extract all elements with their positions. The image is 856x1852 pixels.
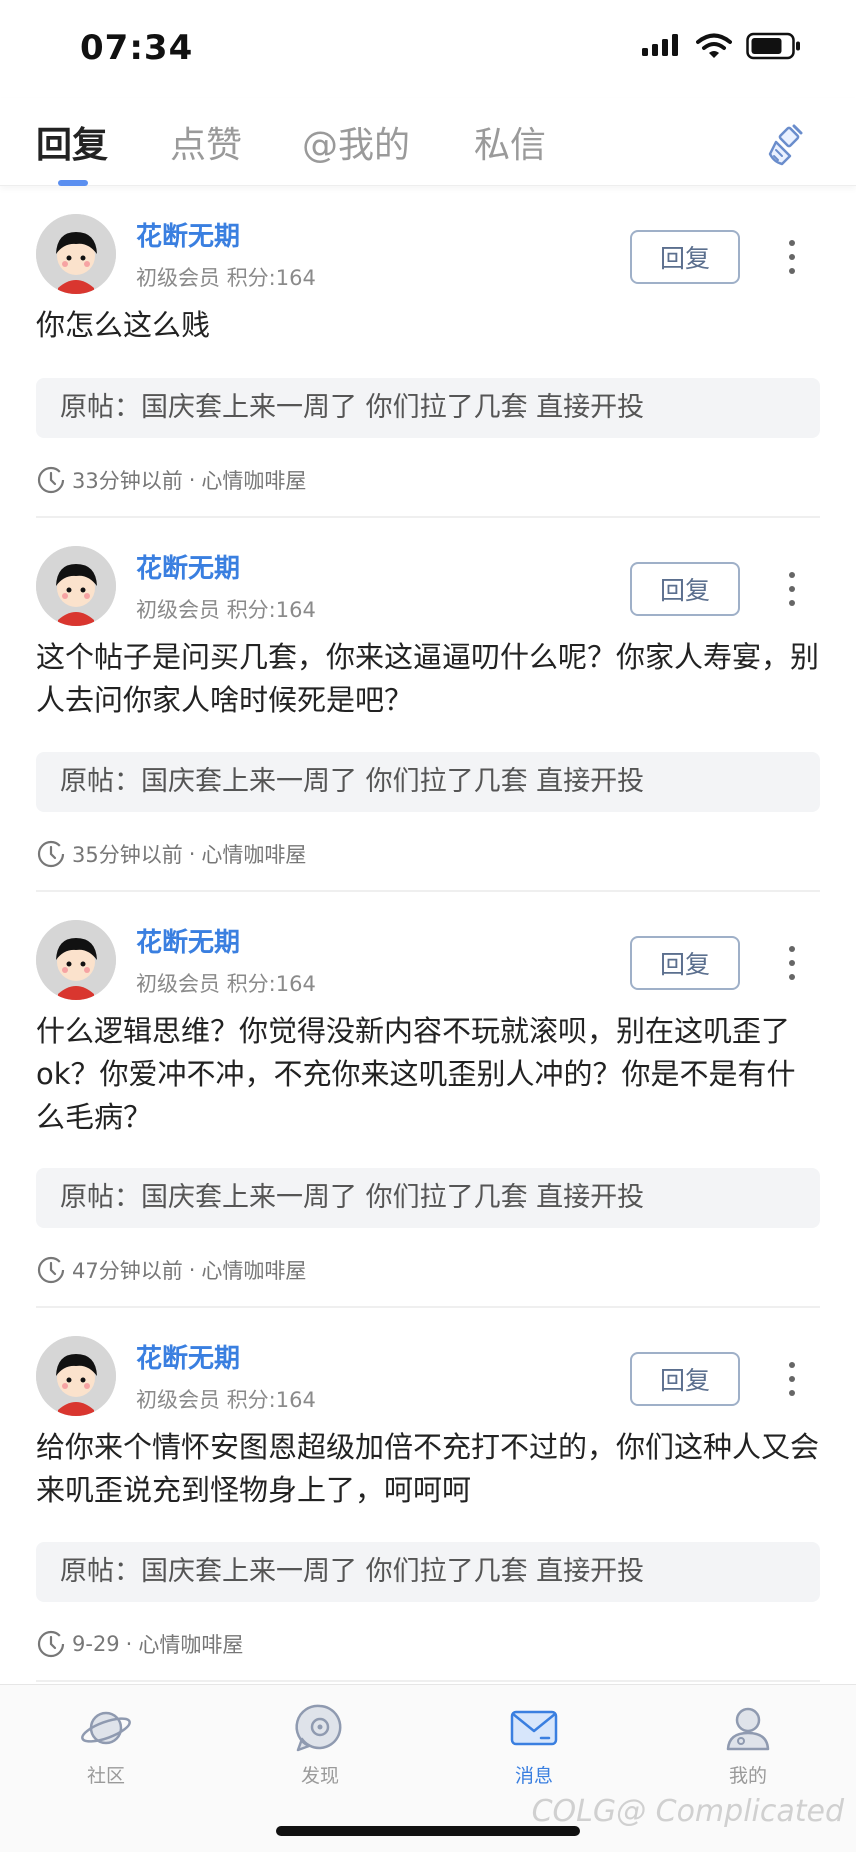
- nav-messages[interactable]: 消息: [474, 1701, 594, 1797]
- reply-meta: 35分钟以前 · 心情咖啡屋: [36, 836, 306, 872]
- reply-card: 花断无期 初级会员 积分:164 回复 这个帖子是问买几套，你来这逼逼叨什么呢？…: [36, 518, 820, 892]
- user-level: 初级会员: [136, 598, 220, 622]
- board-name[interactable]: 心情咖啡屋: [201, 465, 306, 495]
- reply-meta: 9-29 · 心情咖啡屋: [36, 1626, 243, 1662]
- user-points: 积分:164: [226, 972, 316, 996]
- cellular-signal-icon: [642, 34, 678, 56]
- status-time: 07:34: [80, 28, 194, 68]
- clock-icon: [37, 840, 65, 868]
- user-points: 积分:164: [226, 1388, 316, 1412]
- meta-separator: ·: [188, 1258, 196, 1282]
- reply-content: 这个帖子是问买几套，你来这逼逼叨什么呢？你家人寿宴，别人去问你家人啥时候死是吧？: [36, 640, 820, 717]
- reply-card: 花断无期 初级会员 积分:164 回复 给你来个情怀安图恩超级加倍不充打不过的，…: [36, 1308, 820, 1682]
- original-post-link[interactable]: 原帖：国庆套上来一周了 你们拉了几套 直接开投: [36, 752, 820, 812]
- more-options-icon[interactable]: [776, 562, 808, 616]
- board-name[interactable]: 心情咖啡屋: [201, 839, 306, 869]
- avatar[interactable]: [36, 920, 116, 1000]
- more-options-icon[interactable]: [776, 936, 808, 990]
- nav-label: 消息: [514, 1765, 553, 1787]
- reply-meta: 33分钟以前 · 心情咖啡屋: [36, 462, 306, 498]
- more-options-icon[interactable]: [776, 230, 808, 284]
- more-options-icon[interactable]: [776, 1352, 808, 1406]
- reply-feed: 花断无期 初级会员 积分:164 回复 你怎么这么贱 原帖：国庆套上来一周了 你…: [0, 186, 856, 1684]
- clock-icon: [37, 1256, 65, 1284]
- board-name[interactable]: 心情咖啡屋: [201, 1255, 306, 1285]
- message-tabs: 回复 点赞 @我的 私信: [0, 98, 856, 186]
- original-post-link[interactable]: 原帖：国庆套上来一周了 你们拉了几套 直接开投: [36, 378, 820, 438]
- user-level: 初级会员: [136, 266, 220, 290]
- reply-meta: 47分钟以前 · 心情咖啡屋: [36, 1252, 306, 1288]
- reply-time: 47分钟以前: [72, 1259, 183, 1283]
- nav-label: 发现: [300, 1765, 339, 1787]
- status-icons: [642, 32, 802, 60]
- status-bar: 07:34: [0, 0, 856, 98]
- nav-label: 社区: [86, 1765, 125, 1787]
- reply-card: 花断无期 初级会员 积分:164 回复 什么逻辑思维？你觉得没新内容不玩就滚呗，…: [36, 892, 820, 1308]
- user-meta: 初级会员 积分:164: [136, 262, 316, 292]
- nav-discover[interactable]: 发现: [260, 1701, 380, 1797]
- user-meta: 初级会员 积分:164: [136, 1384, 316, 1414]
- wifi-icon: [696, 33, 732, 58]
- avatar[interactable]: [36, 214, 116, 294]
- avatar[interactable]: [36, 1336, 116, 1416]
- user-name[interactable]: 花断无期: [136, 216, 240, 253]
- nav-community[interactable]: 社区: [46, 1701, 166, 1797]
- meta-separator: ·: [188, 468, 196, 492]
- board-name[interactable]: 心情咖啡屋: [138, 1629, 243, 1659]
- user-level: 初级会员: [136, 972, 220, 996]
- tab-reply[interactable]: 回复: [36, 116, 108, 168]
- user-points: 积分:164: [226, 598, 316, 622]
- reply-button[interactable]: 回复: [630, 1352, 740, 1406]
- reply-button[interactable]: 回复: [630, 936, 740, 990]
- tab-likes[interactable]: 点赞: [170, 116, 242, 168]
- watermark: COLG@ Complicated: [531, 1794, 844, 1829]
- tab-mentions[interactable]: @我的: [302, 116, 410, 168]
- reply-time: 33分钟以前: [72, 469, 183, 493]
- mail-icon: [510, 1710, 558, 1746]
- original-post-link[interactable]: 原帖：国庆套上来一周了 你们拉了几套 直接开投: [36, 1168, 820, 1228]
- home-indicator: [276, 1826, 580, 1836]
- user-name[interactable]: 花断无期: [136, 1338, 240, 1375]
- clock-icon: [37, 1630, 65, 1658]
- reply-time: 35分钟以前: [72, 843, 183, 867]
- tab-private-messages[interactable]: 私信: [474, 116, 546, 168]
- meta-separator: ·: [188, 842, 196, 866]
- nav-profile[interactable]: 我的: [688, 1701, 808, 1797]
- nav-label: 我的: [728, 1765, 767, 1787]
- reply-card: 花断无期 初级会员 积分:164 回复 你怎么这么贱 原帖：国庆套上来一周了 你…: [36, 186, 820, 518]
- discover-icon: [295, 1704, 342, 1752]
- user-meta: 初级会员 积分:164: [136, 968, 316, 998]
- reply-button[interactable]: 回复: [630, 230, 740, 284]
- user-meta: 初级会员 积分:164: [136, 594, 316, 624]
- user-level: 初级会员: [136, 1388, 220, 1412]
- battery-icon: [746, 32, 800, 60]
- user-name[interactable]: 花断无期: [136, 548, 240, 585]
- original-post-link[interactable]: 原帖：国庆套上来一周了 你们拉了几套 直接开投: [36, 1542, 820, 1602]
- clock-icon: [37, 466, 65, 494]
- reply-content: 你怎么这么贱: [36, 308, 211, 342]
- profile-icon: [726, 1707, 770, 1751]
- reply-time: 9-29: [72, 1632, 120, 1656]
- meta-separator: ·: [125, 1632, 133, 1656]
- reply-content: 什么逻辑思维？你觉得没新内容不玩就滚呗，别在这叽歪了ok？你爱冲不冲，不充你来这…: [36, 1014, 796, 1134]
- reply-content: 给你来个情怀安图恩超级加倍不充打不过的，你们这种人又会来叽歪说充到怪物身上了，呵…: [36, 1430, 820, 1507]
- reply-button[interactable]: 回复: [630, 562, 740, 616]
- clear-broom-icon[interactable]: [764, 120, 812, 168]
- user-name[interactable]: 花断无期: [136, 922, 240, 959]
- user-points: 积分:164: [226, 266, 316, 290]
- avatar[interactable]: [36, 546, 116, 626]
- planet-icon: [81, 1711, 131, 1745]
